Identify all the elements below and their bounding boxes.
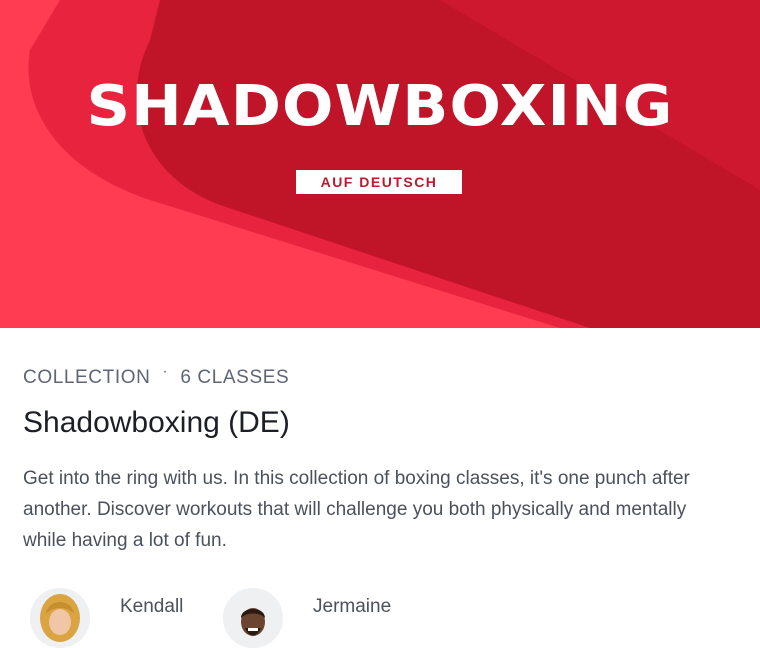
meta-separator: · bbox=[162, 363, 169, 380]
collection-meta: COLLECTION · 6 CLASSES bbox=[23, 363, 290, 389]
instructor-name: Kendall bbox=[120, 596, 184, 617]
avatar bbox=[30, 588, 90, 648]
hero-banner: SHADOWBOXING AUF DEUTSCH bbox=[0, 0, 760, 328]
collection-type-label: COLLECTION bbox=[23, 367, 151, 388]
collection-description: Get into the ring with us. In this colle… bbox=[23, 468, 690, 551]
instructor-photo-icon bbox=[223, 588, 283, 648]
language-badge: AUF DEUTSCH bbox=[296, 170, 462, 194]
avatar bbox=[223, 588, 283, 648]
instructor-jermaine[interactable]: Jermaine bbox=[223, 588, 391, 648]
instructor-photo-icon bbox=[30, 588, 90, 648]
instructor-kendall[interactable]: Kendall bbox=[30, 588, 183, 648]
hero-background bbox=[0, 0, 760, 328]
collection-title: Shadowboxing (DE) bbox=[23, 406, 290, 439]
class-count-label: 6 CLASSES bbox=[180, 367, 290, 388]
hero-title: SHADOWBOXING bbox=[86, 74, 674, 139]
instructor-name: Jermaine bbox=[313, 596, 392, 617]
